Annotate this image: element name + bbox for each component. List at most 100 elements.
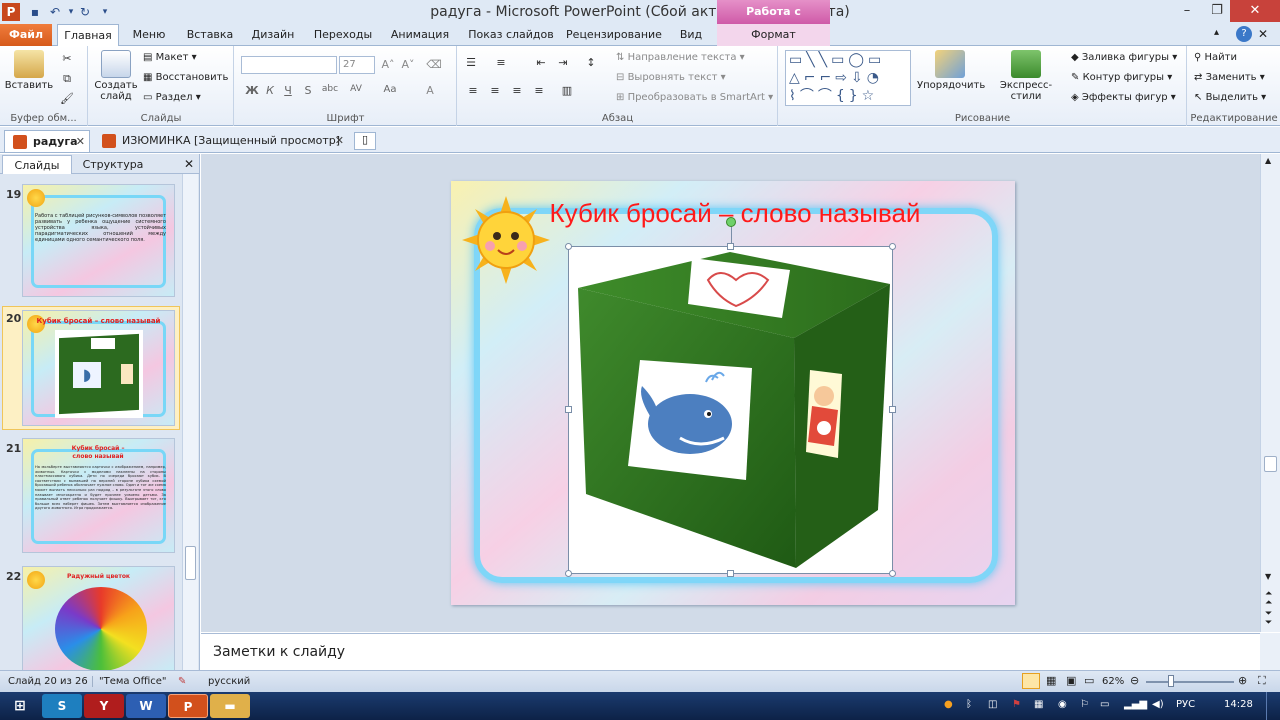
- font-size-combo[interactable]: 27: [339, 56, 375, 74]
- start-button[interactable]: ⊞: [2, 694, 38, 718]
- tab-view[interactable]: Вид: [676, 24, 706, 46]
- shapes-gallery[interactable]: ▭╲╲▭◯▭ △⌐⌐⇨⇩◔ ⌇⌒⌒{}☆: [785, 50, 911, 106]
- close-document-icon[interactable]: ✕: [1258, 27, 1268, 41]
- tab-file[interactable]: Файл: [0, 24, 52, 46]
- align-left-icon[interactable]: ≡: [464, 84, 482, 97]
- shape-outline-button[interactable]: ✎ Контур фигуры ▾: [1071, 72, 1172, 83]
- italic-button[interactable]: К: [261, 84, 279, 97]
- resize-handle-ne[interactable]: [889, 243, 896, 250]
- slide-thumbnail-21[interactable]: Кубик бросай – слово называй На мольберт…: [22, 438, 175, 553]
- bluetooth-icon[interactable]: ᛒ: [966, 699, 972, 710]
- paste-button[interactable]: Вставить: [4, 50, 54, 91]
- text-direction-button[interactable]: ⇅ Направление текста ▾: [616, 52, 745, 63]
- zoom-out-icon[interactable]: ⊖: [1130, 674, 1139, 687]
- tab-format[interactable]: Формат: [717, 24, 830, 46]
- restore-icon[interactable]: ❐: [1202, 0, 1232, 22]
- normal-view-icon[interactable]: [1022, 673, 1040, 689]
- display-icon[interactable]: ▭: [1100, 699, 1109, 710]
- tab-slides[interactable]: Слайды: [2, 155, 72, 174]
- resize-handle-se[interactable]: [889, 570, 896, 577]
- shrink-font-icon[interactable]: A˅: [399, 58, 417, 71]
- tray-app-icon[interactable]: ●: [944, 699, 953, 710]
- grow-font-icon[interactable]: A˄: [379, 58, 397, 71]
- slide-sorter-icon[interactable]: ▦: [1046, 674, 1056, 687]
- close-panel-icon[interactable]: ✕: [184, 157, 194, 171]
- char-spacing-button[interactable]: AV: [347, 84, 365, 94]
- decrease-indent-icon[interactable]: ⇤: [532, 56, 550, 69]
- shape-fill-button[interactable]: ◆ Заливка фигуры ▾: [1071, 52, 1177, 63]
- powerpoint-taskbar-button[interactable]: P: [168, 694, 208, 718]
- tab-review[interactable]: Рецензирование: [566, 24, 662, 46]
- resize-handle-n[interactable]: [727, 243, 734, 250]
- slides-panel-scrollbar[interactable]: [182, 174, 198, 670]
- scroll-down-icon[interactable]: ▼: [1265, 572, 1271, 581]
- align-text-button[interactable]: ⊟ Выровнять текст ▾: [616, 72, 726, 83]
- resize-handle-w[interactable]: [565, 406, 572, 413]
- tray-icon[interactable]: ▦: [1034, 699, 1043, 710]
- help-icon[interactable]: ?: [1236, 26, 1252, 42]
- zoom-in-icon[interactable]: ⊕: [1238, 674, 1247, 687]
- increase-indent-icon[interactable]: ⇥: [554, 56, 572, 69]
- scroll-up-icon[interactable]: ▲: [1265, 156, 1271, 165]
- slide-thumbnail-19[interactable]: Работа с таблицей рисунков-символов позв…: [22, 184, 175, 297]
- align-right-icon[interactable]: ≡: [508, 84, 526, 97]
- strikethrough-button[interactable]: S: [299, 84, 317, 97]
- zoom-level[interactable]: 62%: [1102, 676, 1124, 687]
- numbering-icon[interactable]: ≡: [492, 56, 510, 69]
- slideshow-view-icon[interactable]: ▭: [1084, 674, 1094, 687]
- smartart-button[interactable]: ⊞ Преобразовать в SmartArt ▾: [616, 92, 773, 103]
- language[interactable]: русский: [208, 676, 250, 687]
- bullets-icon[interactable]: ☰: [462, 56, 480, 69]
- doc-tab-izuminka[interactable]: ИЗЮМИНКА [Защищенный просмотр] ✕: [94, 130, 348, 152]
- format-painter-icon[interactable]: 🖌: [58, 92, 76, 105]
- explorer-taskbar-button[interactable]: ▬: [210, 694, 250, 718]
- shadow-button[interactable]: abc: [321, 84, 339, 94]
- previous-slide-icon[interactable]: ⏶ ⏶: [1265, 590, 1272, 608]
- columns-icon[interactable]: ▥: [558, 84, 576, 97]
- minimize-icon[interactable]: –: [1172, 0, 1202, 22]
- notes-pane[interactable]: Заметки к слайду: [201, 633, 1260, 670]
- zoom-slider[interactable]: [1146, 681, 1234, 683]
- reading-view-icon[interactable]: ▣: [1066, 674, 1076, 687]
- tab-slideshow[interactable]: Показ слайдов: [468, 24, 554, 46]
- clear-formatting-icon[interactable]: ⌫: [425, 58, 443, 71]
- doc-tab-raduga[interactable]: радуга ✕: [4, 130, 90, 152]
- tab-design[interactable]: Дизайн: [250, 24, 296, 46]
- fit-to-window-icon[interactable]: ⛶: [1258, 674, 1266, 688]
- close-window-icon[interactable]: ✕: [1230, 0, 1280, 22]
- resize-handle-nw[interactable]: [565, 243, 572, 250]
- volume-icon[interactable]: ◀): [1152, 699, 1164, 710]
- layout-button[interactable]: ▤ Макет ▾: [143, 52, 197, 63]
- tab-insert[interactable]: Вставка: [184, 24, 236, 46]
- bold-button[interactable]: Ж: [243, 84, 261, 97]
- show-desktop-button[interactable]: [1266, 692, 1280, 720]
- keyboard-language[interactable]: РУС: [1176, 699, 1195, 710]
- tab-animation[interactable]: Анимация: [388, 24, 452, 46]
- shape-effects-button[interactable]: ◈ Эффекты фигур ▾: [1071, 92, 1176, 103]
- slide-vertical-scrollbar[interactable]: ▲ ▼ ⏶ ⏶ ⏷ ⏷: [1260, 154, 1280, 632]
- resize-handle-s[interactable]: [727, 570, 734, 577]
- find-button[interactable]: ⚲ Найти: [1194, 52, 1237, 63]
- reset-button[interactable]: ▦ Восстановить: [143, 72, 228, 83]
- yandex-taskbar-button[interactable]: Y: [84, 694, 124, 718]
- select-button[interactable]: ↖ Выделить ▾: [1194, 92, 1266, 103]
- scroll-thumb[interactable]: [1264, 456, 1277, 472]
- copy-icon[interactable]: ⧉: [58, 72, 76, 86]
- tray-flag-icon[interactable]: ⚑: [1012, 699, 1021, 710]
- tab-transitions[interactable]: Переходы: [312, 24, 374, 46]
- word-taskbar-button[interactable]: W: [126, 694, 166, 718]
- close-tab-icon[interactable]: ✕: [76, 131, 85, 153]
- cube-picture[interactable]: [568, 246, 893, 574]
- change-case-button[interactable]: Aa: [381, 84, 399, 95]
- tab-home[interactable]: Главная: [57, 24, 119, 47]
- theme-name[interactable]: "Тема Office": [92, 676, 167, 687]
- clock[interactable]: 14:28: [1224, 699, 1253, 710]
- action-center-icon[interactable]: ⚐: [1080, 699, 1089, 710]
- justify-icon[interactable]: ≡: [530, 84, 548, 97]
- close-tab-icon[interactable]: ✕: [335, 130, 344, 152]
- notes-scrollbar[interactable]: [1260, 633, 1280, 670]
- section-button[interactable]: ▭ Раздел ▾: [143, 92, 201, 103]
- arrange-button[interactable]: Упорядочить: [917, 50, 985, 91]
- spellcheck-icon[interactable]: ✎: [178, 676, 186, 687]
- underline-button[interactable]: Ч: [279, 84, 297, 97]
